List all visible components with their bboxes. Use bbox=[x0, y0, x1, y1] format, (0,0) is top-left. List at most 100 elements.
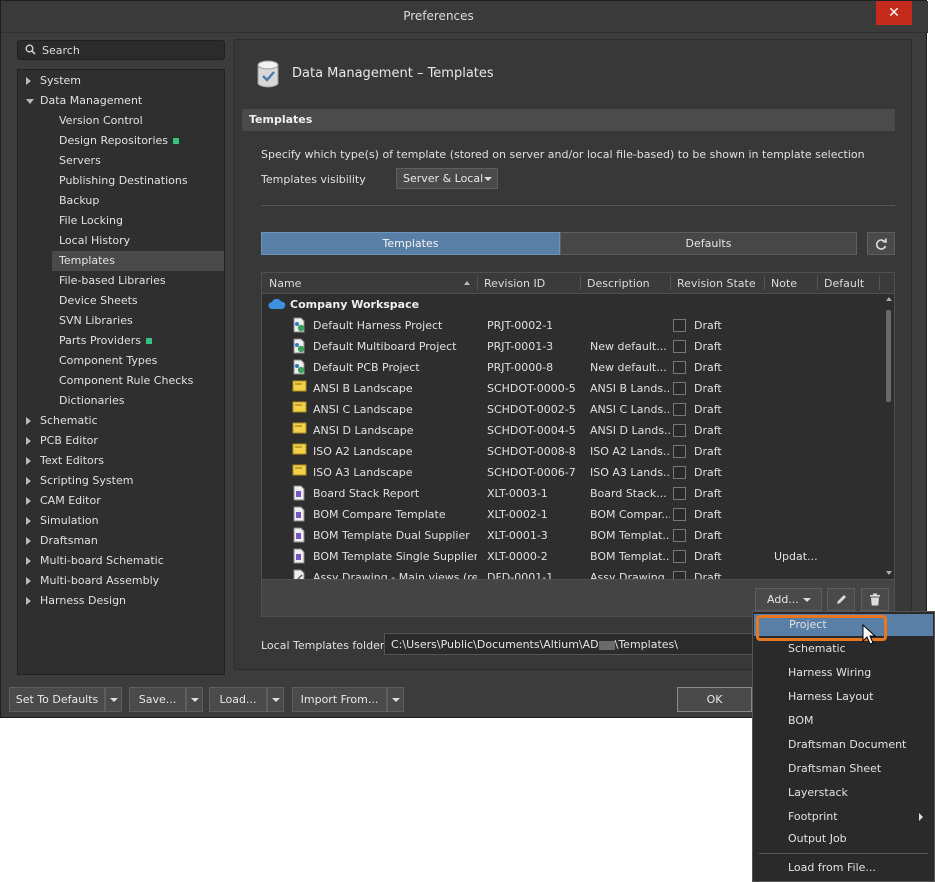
chevron-right-icon[interactable] bbox=[26, 457, 31, 465]
tree-item[interactable]: Draftsman bbox=[18, 531, 224, 551]
table-row[interactable]: Default PCB Project PRJT-0000-8 New defaul… bbox=[262, 357, 882, 378]
table-scrollbar[interactable] bbox=[883, 294, 894, 579]
set-defaults-button[interactable]: Set To Defaults bbox=[9, 687, 105, 712]
menu-item[interactable]: Draftsman Sheet bbox=[753, 758, 934, 780]
ok-button[interactable]: OK bbox=[677, 687, 752, 712]
column-divider[interactable] bbox=[817, 276, 818, 290]
edit-button[interactable] bbox=[827, 588, 855, 611]
column-header[interactable]: Revision ID bbox=[484, 277, 545, 290]
tree-item[interactable]: SVN Libraries bbox=[18, 311, 224, 331]
chevron-right-icon[interactable] bbox=[26, 477, 31, 485]
menu-item[interactable]: Load from File... bbox=[753, 857, 934, 879]
tree-item[interactable]: Version Control bbox=[18, 111, 224, 131]
save-button[interactable]: Save... bbox=[129, 687, 186, 712]
chevron-right-icon[interactable] bbox=[26, 537, 31, 545]
import-button[interactable]: Import From... bbox=[292, 687, 387, 712]
import-dropdown[interactable] bbox=[387, 687, 404, 712]
row-checkbox[interactable] bbox=[673, 424, 686, 437]
menu-item[interactable]: Footprint bbox=[753, 806, 934, 828]
tree-item[interactable]: Parts Providers bbox=[18, 331, 224, 351]
table-row[interactable]: Board Stack Report XLT-0003-1 Board Stack.… bbox=[262, 483, 882, 504]
tree-item[interactable]: Publishing Destinations bbox=[18, 171, 224, 191]
tree-item[interactable]: Scripting System bbox=[18, 471, 224, 491]
chevron-right-icon[interactable] bbox=[26, 417, 31, 425]
menu-item[interactable]: Schematic bbox=[753, 638, 934, 660]
menu-item[interactable]: Output Job bbox=[753, 828, 934, 850]
menu-item[interactable]: Harness Wiring bbox=[753, 662, 934, 684]
table-row[interactable]: ISO A3 Landscape SCHDOT-0006-7 ISO A3 Land… bbox=[262, 462, 882, 483]
row-checkbox[interactable] bbox=[673, 319, 686, 332]
tree-item[interactable]: File-based Libraries bbox=[18, 271, 224, 291]
row-checkbox[interactable] bbox=[673, 529, 686, 542]
scroll-thumb[interactable] bbox=[886, 310, 891, 402]
tab-templates[interactable]: Templates bbox=[261, 232, 560, 255]
refresh-button[interactable] bbox=[867, 232, 895, 255]
row-checkbox[interactable] bbox=[673, 466, 686, 479]
delete-button[interactable] bbox=[861, 588, 889, 611]
row-checkbox[interactable] bbox=[673, 340, 686, 353]
menu-item[interactable]: BOM bbox=[753, 710, 934, 732]
tree-item[interactable]: Templates bbox=[52, 251, 224, 271]
tree-item[interactable]: System bbox=[18, 71, 224, 91]
row-checkbox[interactable] bbox=[673, 487, 686, 500]
load-dropdown[interactable] bbox=[267, 687, 284, 712]
chevron-right-icon[interactable] bbox=[26, 577, 31, 585]
tree-item[interactable]: Multi-board Assembly bbox=[18, 571, 224, 591]
preferences-tree[interactable]: System Data Management Version Control Desi… bbox=[17, 69, 225, 675]
tree-item[interactable]: Data Management bbox=[18, 91, 224, 111]
folder-path-field[interactable]: C:\Users\Public\Documents\Altium\AD \Temp… bbox=[384, 633, 756, 655]
column-header[interactable]: Revision State bbox=[677, 277, 756, 290]
tree-item[interactable]: Dictionaries bbox=[18, 391, 224, 411]
column-header[interactable]: Default bbox=[824, 277, 864, 290]
tree-item[interactable]: Schematic bbox=[18, 411, 224, 431]
scroll-up-icon[interactable] bbox=[886, 297, 892, 301]
row-checkbox[interactable] bbox=[673, 403, 686, 416]
table-row[interactable]: BOM Template Dual Supplier XLT-0001-3 BOM … bbox=[262, 525, 882, 546]
row-checkbox[interactable] bbox=[673, 508, 686, 521]
tree-item[interactable]: Multi-board Schematic bbox=[18, 551, 224, 571]
table-group-row[interactable]: Company Workspace bbox=[262, 294, 882, 315]
tree-item[interactable]: Device Sheets bbox=[18, 291, 224, 311]
tree-item[interactable]: CAM Editor bbox=[18, 491, 224, 511]
add-menu[interactable]: Load from File... Output Job Footprint Laye… bbox=[752, 611, 935, 882]
table-row[interactable]: ANSI D Landscape SCHDOT-0004-5 ANSI D Land… bbox=[262, 420, 882, 441]
tree-item[interactable]: Component Rule Checks bbox=[18, 371, 224, 391]
tree-item[interactable]: Local History bbox=[18, 231, 224, 251]
search-input[interactable]: Search bbox=[17, 40, 225, 60]
scroll-down-icon[interactable] bbox=[886, 571, 892, 575]
row-checkbox[interactable] bbox=[673, 382, 686, 395]
chevron-right-icon[interactable] bbox=[26, 437, 31, 445]
column-divider[interactable] bbox=[764, 276, 765, 290]
table-row[interactable]: Default Harness Project PRJT-0002-1 Draft bbox=[262, 315, 882, 336]
tree-item[interactable]: Backup bbox=[18, 191, 224, 211]
chevron-right-icon[interactable] bbox=[26, 497, 31, 505]
tab-defaults[interactable]: Defaults bbox=[560, 232, 857, 255]
templates-table[interactable]: Name Revision ID Description Revision State… bbox=[261, 272, 895, 580]
tree-item[interactable]: PCB Editor bbox=[18, 431, 224, 451]
row-checkbox[interactable] bbox=[673, 445, 686, 458]
chevron-right-icon[interactable] bbox=[26, 557, 31, 565]
tree-item[interactable]: Harness Design bbox=[18, 591, 224, 611]
tree-item[interactable]: Servers bbox=[18, 151, 224, 171]
column-header[interactable]: Note bbox=[771, 277, 797, 290]
tree-item[interactable]: Component Types bbox=[18, 351, 224, 371]
load-button[interactable]: Load... bbox=[209, 687, 267, 712]
table-row[interactable]: Assy Drawing - Main views (rect... DFD-00… bbox=[262, 567, 882, 579]
menu-item[interactable]: Layerstack bbox=[753, 782, 934, 804]
table-row[interactable]: BOM Compare Template XLT-0002-1 BOM Compar… bbox=[262, 504, 882, 525]
column-divider[interactable] bbox=[477, 276, 478, 290]
table-row[interactable]: ANSI B Landscape SCHDOT-0000-5 ANSI B Land… bbox=[262, 378, 882, 399]
table-row[interactable]: ISO A2 Landscape SCHDOT-0008-8 ISO A2 Land… bbox=[262, 441, 882, 462]
column-divider[interactable] bbox=[670, 276, 671, 290]
tree-item[interactable]: Simulation bbox=[18, 511, 224, 531]
chevron-right-icon[interactable] bbox=[26, 77, 31, 85]
table-row[interactable]: BOM Template Single Supplier XLT-0000-2 BO… bbox=[262, 546, 882, 567]
chevron-right-icon[interactable] bbox=[26, 517, 31, 525]
visibility-select[interactable]: Server & Local bbox=[396, 168, 498, 189]
set-defaults-dropdown[interactable] bbox=[105, 687, 122, 712]
tree-item[interactable]: File Locking bbox=[18, 211, 224, 231]
chevron-right-icon[interactable] bbox=[26, 597, 31, 605]
column-header[interactable]: Description bbox=[587, 277, 650, 290]
column-header[interactable]: Name bbox=[269, 277, 301, 290]
column-divider[interactable] bbox=[879, 276, 880, 290]
